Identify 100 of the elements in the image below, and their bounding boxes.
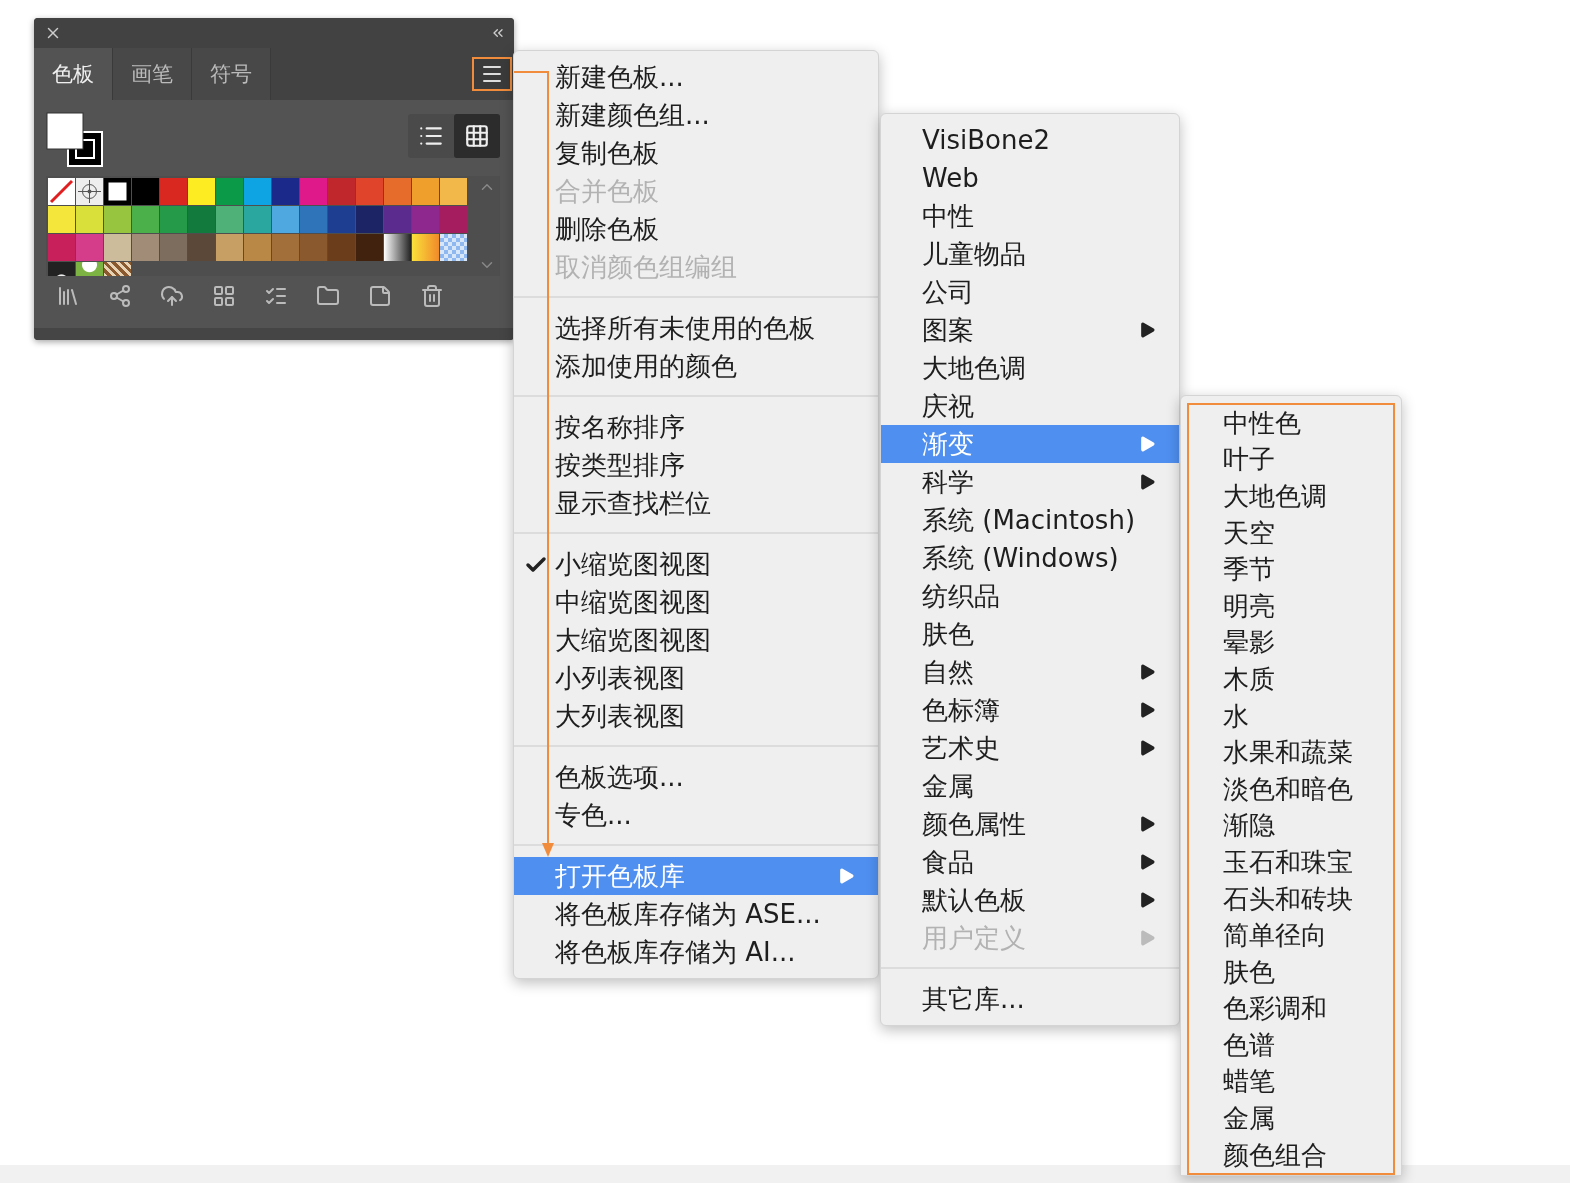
menu-item[interactable]: 将色板库存储为 AI... — [514, 933, 878, 971]
color-swatch[interactable] — [328, 206, 355, 233]
menu-item[interactable]: 木质 — [1189, 661, 1393, 698]
color-swatch[interactable] — [356, 178, 383, 205]
color-swatch[interactable] — [244, 178, 271, 205]
menu-item[interactable]: 色板选项... — [514, 758, 878, 796]
menu-item[interactable]: 大地色调 — [881, 349, 1179, 387]
panel-menu-button[interactable] — [472, 57, 512, 91]
menu-item[interactable]: 科学 — [881, 463, 1179, 501]
menu-item[interactable]: 蜡笔 — [1189, 1063, 1393, 1101]
menu-item[interactable]: 水 — [1189, 697, 1393, 735]
menu-item[interactable]: 水果和蔬菜 — [1189, 734, 1393, 771]
menu-item[interactable]: 纺织品 — [881, 577, 1179, 615]
menu-item[interactable]: 图案 — [881, 311, 1179, 349]
menu-item[interactable]: 明亮 — [1189, 587, 1393, 625]
color-swatch[interactable] — [188, 234, 215, 261]
color-swatch[interactable] — [356, 234, 383, 261]
color-swatch[interactable] — [412, 234, 439, 261]
color-swatch[interactable] — [412, 178, 439, 205]
menu-item[interactable]: 金属 — [881, 767, 1179, 805]
color-swatch[interactable] — [328, 234, 355, 261]
menu-item[interactable]: 季节 — [1189, 551, 1393, 588]
menu-item[interactable]: 专色... — [514, 796, 878, 834]
menu-item[interactable]: 色标簿 — [881, 691, 1179, 729]
color-swatch[interactable] — [440, 234, 467, 261]
menu-item[interactable]: 金属 — [1189, 1100, 1393, 1137]
color-swatch[interactable] — [328, 178, 355, 205]
menu-item[interactable]: 叶子 — [1189, 441, 1393, 479]
menu-item[interactable]: 玉石和珠宝 — [1189, 844, 1393, 881]
menu-item[interactable]: 淡色和暗色 — [1189, 770, 1393, 808]
menu-item[interactable]: 选择所有未使用的色板 — [514, 309, 878, 347]
menu-item[interactable]: 按名称排序 — [514, 408, 878, 446]
menu-item[interactable]: 晕影 — [1189, 624, 1393, 662]
color-swatch[interactable] — [412, 206, 439, 233]
menu-item[interactable]: 色谱 — [1189, 1027, 1393, 1064]
color-swatch[interactable] — [76, 178, 103, 205]
menu-item[interactable]: VisiBone2 — [881, 121, 1179, 159]
color-swatch[interactable] — [48, 234, 75, 261]
grid-view-button[interactable] — [454, 114, 500, 158]
menu-item[interactable]: 大列表视图 — [514, 697, 878, 735]
color-swatch[interactable] — [160, 206, 187, 233]
menu-item[interactable]: 自然 — [881, 653, 1179, 691]
menu-item[interactable]: 颜色组合 — [1189, 1136, 1393, 1174]
menu-item[interactable]: 色彩调和 — [1189, 990, 1393, 1028]
resize-grip[interactable] — [34, 328, 514, 340]
cloud-upload-icon[interactable] — [160, 284, 184, 308]
menu-item[interactable]: 大缩览图视图 — [514, 621, 878, 659]
color-swatch[interactable] — [216, 178, 243, 205]
menu-item[interactable]: 小列表视图 — [514, 659, 878, 697]
color-swatch[interactable] — [76, 234, 103, 261]
new-swatch-icon[interactable] — [368, 284, 392, 308]
color-swatch[interactable] — [104, 206, 131, 233]
menu-item[interactable]: 中性色 — [1189, 405, 1393, 442]
color-swatch[interactable] — [104, 178, 131, 205]
menu-item[interactable]: 中缩览图视图 — [514, 583, 878, 621]
menu-item[interactable]: 新建色板... — [514, 58, 878, 96]
connect-icon[interactable] — [108, 284, 132, 308]
menu-item[interactable]: 添加使用的颜色 — [514, 347, 878, 385]
color-swatch[interactable] — [356, 206, 383, 233]
menu-item[interactable]: 儿童物品 — [881, 235, 1179, 273]
menu-item[interactable]: 默认色板 — [881, 881, 1179, 919]
color-swatch[interactable] — [244, 234, 271, 261]
folder-icon[interactable] — [316, 284, 340, 308]
menu-item[interactable]: 其它库... — [881, 980, 1179, 1018]
color-swatch[interactable] — [76, 206, 103, 233]
color-swatch[interactable] — [384, 206, 411, 233]
menu-item[interactable]: 公司 — [881, 273, 1179, 311]
menu-item[interactable]: 食品 — [881, 843, 1179, 881]
menu-item[interactable]: 显示查找栏位 — [514, 484, 878, 522]
color-swatch[interactable] — [104, 234, 131, 261]
menu-item[interactable]: 小缩览图视图 — [514, 545, 878, 583]
library-icon[interactable] — [56, 284, 80, 308]
menu-item[interactable]: 新建颜色组... — [514, 96, 878, 134]
trash-icon[interactable] — [420, 284, 444, 308]
color-swatch[interactable] — [300, 178, 327, 205]
menu-item[interactable]: Web — [881, 159, 1179, 197]
color-swatch[interactable] — [132, 178, 159, 205]
menu-item[interactable]: 艺术史 — [881, 729, 1179, 767]
menu-item[interactable]: 渐隐 — [1189, 807, 1393, 845]
menu-item[interactable]: 肤色 — [881, 615, 1179, 653]
menu-item[interactable]: 系统 (Windows) — [881, 539, 1179, 577]
menu-item[interactable]: 颜色属性 — [881, 805, 1179, 843]
color-swatch[interactable] — [160, 178, 187, 205]
color-swatch[interactable] — [188, 178, 215, 205]
color-swatch[interactable] — [272, 206, 299, 233]
color-swatch[interactable] — [216, 234, 243, 261]
fill-stroke-icon[interactable] — [46, 112, 106, 170]
menu-item[interactable]: 石头和砖块 — [1189, 880, 1393, 918]
color-swatch[interactable] — [300, 206, 327, 233]
menu-item[interactable]: 简单径向 — [1189, 917, 1393, 954]
color-swatch[interactable] — [384, 234, 411, 261]
menu-item[interactable]: 庆祝 — [881, 387, 1179, 425]
menu-item[interactable]: 复制色板 — [514, 134, 878, 172]
color-swatch[interactable] — [440, 206, 467, 233]
color-swatch[interactable] — [440, 178, 467, 205]
color-swatch[interactable] — [272, 234, 299, 261]
menu-item[interactable]: 大地色调 — [1189, 478, 1393, 515]
color-swatch[interactable] — [272, 178, 299, 205]
color-swatch[interactable] — [188, 206, 215, 233]
menu-item[interactable]: 中性 — [881, 197, 1179, 235]
